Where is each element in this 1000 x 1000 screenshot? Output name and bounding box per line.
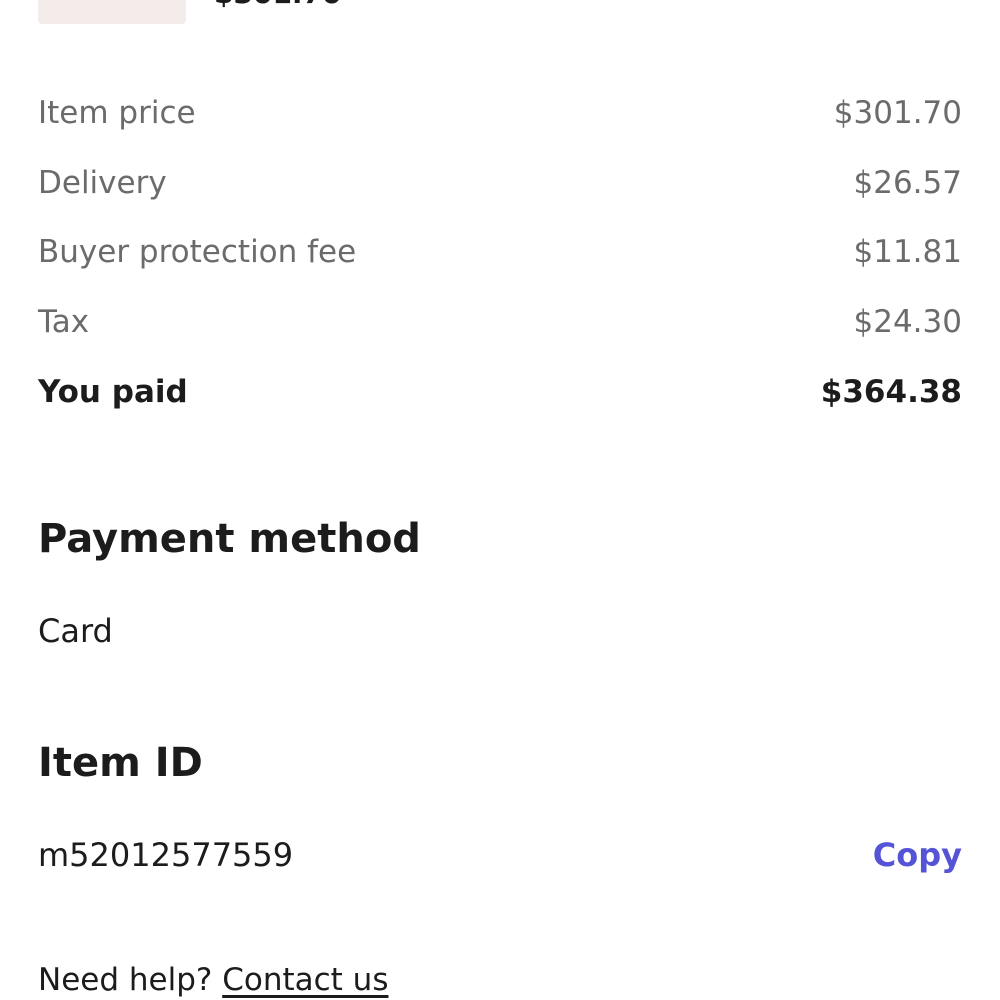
copy-item-id-button[interactable]: Copy	[873, 836, 962, 874]
total-label: You paid	[38, 374, 188, 410]
total-value: $364.38	[820, 374, 962, 410]
item-header: $301.70	[0, 0, 1000, 30]
order-summary-page: $301.70 Item price $301.70 Delivery $26.…	[0, 0, 1000, 1000]
row-value: $11.81	[853, 234, 962, 270]
row-delivery: Delivery $26.57	[38, 163, 962, 203]
row-buyer-protection-fee: Buyer protection fee $11.81	[38, 232, 962, 272]
row-tax: Tax $24.30	[38, 302, 962, 342]
item-thumbnail[interactable]	[38, 0, 186, 24]
row-value: $26.57	[853, 165, 962, 201]
help-line: Need help? Contact us	[38, 962, 388, 998]
row-item-price: Item price $301.70	[38, 93, 962, 133]
help-prompt: Need help?	[38, 962, 213, 998]
row-label: Tax	[38, 304, 90, 340]
row-label: Delivery	[38, 165, 167, 201]
payment-method-title: Payment method	[38, 516, 421, 562]
payment-method-value: Card	[38, 612, 113, 650]
row-label: Item price	[38, 95, 196, 131]
item-id-value: m52012577559	[38, 836, 294, 874]
row-value: $301.70	[833, 95, 962, 131]
item-id-title: Item ID	[38, 740, 203, 786]
row-total-paid: You paid $364.38	[38, 372, 962, 412]
row-label: Buyer protection fee	[38, 234, 357, 270]
contact-us-link[interactable]: Contact us	[222, 962, 388, 998]
item-price-header: $301.70	[214, 0, 342, 18]
row-value: $24.30	[853, 304, 962, 340]
